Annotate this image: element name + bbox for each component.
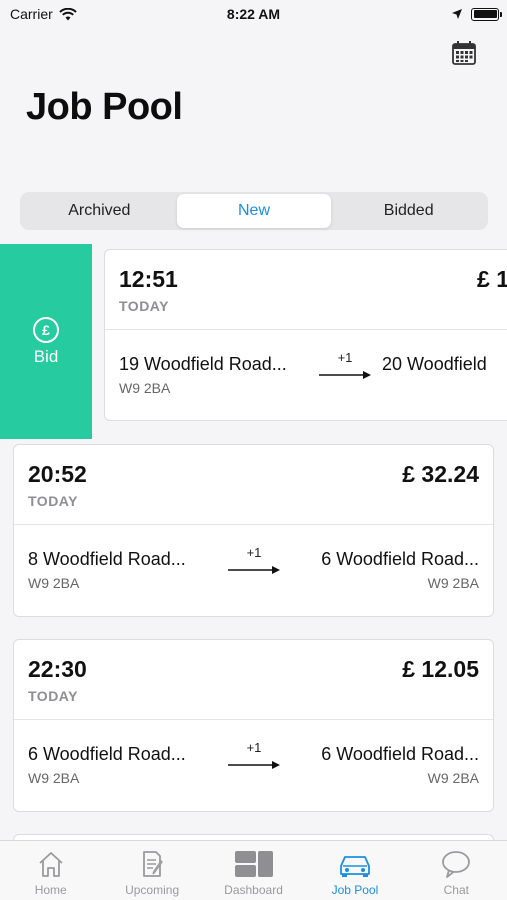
tab-bar: Home Upcoming Dashboard Job Pool Chat [0,840,507,900]
job-card[interactable]: 20:52 TODAY £ 32.24 8 Woodfield Road... … [13,444,494,617]
job-card-route: 8 Woodfield Road... W9 2BA +1 6 Woodfiel… [14,525,493,612]
status-left: Carrier [10,6,77,22]
stops-count: +1 [246,545,262,560]
tab-label: Chat [443,883,469,897]
pickup-postcode: W9 2BA [119,380,171,396]
carrier-label: Carrier [10,6,53,22]
arrow-right-icon [228,566,280,574]
job-card-header: 12:51 TODAY £ 1 [105,250,507,330]
bid-button[interactable]: £ Bid [0,244,92,439]
pickup-address: 6 Woodfield Road... [28,744,186,764]
battery-icon [471,7,502,21]
calendar-icon[interactable] [451,40,477,66]
tab-label: Job Pool [331,883,379,897]
tab-chat[interactable]: Chat [406,841,507,900]
dropoff-postcode: W9 2BA [427,770,479,786]
tab-dashboard[interactable]: Dashboard [203,841,304,900]
job-card[interactable]: 12:51 TODAY £ 1 19 Woodfield Road... W9 … [104,249,507,421]
pound-icon: £ [33,316,59,343]
chat-icon [442,851,471,878]
pickup-postcode: W9 2BA [28,575,80,591]
location-arrow-icon [452,9,462,19]
dashboard-icon [234,851,273,877]
pickup-postcode: W9 2BA [28,770,80,786]
clipboard-icon [143,851,163,877]
car-icon [340,856,370,877]
job-price: £ 12.05 [402,656,479,682]
dropoff-address: 6 Woodfield Road... [321,549,479,569]
pickup-address: 19 Woodfield Road... [119,354,287,374]
tab-upcoming[interactable]: Upcoming [101,841,202,900]
job-day: TODAY [28,493,78,509]
stops-count: +1 [246,740,262,755]
arrow-right-icon [319,371,371,379]
job-day: TODAY [28,688,78,704]
job-time: 22:30 [28,656,87,682]
job-price: £ 1 [477,266,507,292]
home-icon [39,852,63,877]
tab-job-pool[interactable]: Job Pool [304,841,405,900]
tab-label: Upcoming [125,883,180,897]
tab-label: Home [34,883,67,897]
segmented-control: Archived New Bidded [20,192,488,230]
stops-count: +1 [337,350,353,365]
dropoff-address: 20 Woodfield [382,354,487,374]
dropoff-postcode: W9 2BA [427,575,479,591]
tab-label: Dashboard [224,883,283,897]
segment-new[interactable]: New [176,194,332,228]
arrow-right-icon [228,761,280,769]
bid-label: Bid [33,346,59,366]
status-right [451,7,502,21]
page-title: Job Pool [26,86,183,128]
segment-bidded[interactable]: Bidded [331,194,486,228]
tab-home[interactable]: Home [0,841,101,900]
status-bar: Carrier 8:22 AM [0,0,507,28]
job-card[interactable]: 22:30 TODAY £ 12.05 6 Woodfield Road... … [13,639,494,812]
wifi-icon [59,7,77,20]
pickup-address: 8 Woodfield Road... [28,549,186,569]
dropoff-address: 6 Woodfield Road... [321,744,479,764]
job-price: £ 32.24 [402,461,479,487]
job-day: TODAY [119,298,169,314]
job-card-header: 22:30 TODAY £ 12.05 [14,640,493,720]
job-time: 20:52 [28,461,87,487]
job-card-route: 6 Woodfield Road... W9 2BA +1 6 Woodfiel… [14,720,493,807]
segment-archived[interactable]: Archived [22,194,177,228]
job-card-header: 20:52 TODAY £ 32.24 [14,445,493,525]
job-time: 12:51 [119,266,178,292]
job-card-route: 19 Woodfield Road... W9 2BA +1 20 Woodfi… [105,330,507,417]
